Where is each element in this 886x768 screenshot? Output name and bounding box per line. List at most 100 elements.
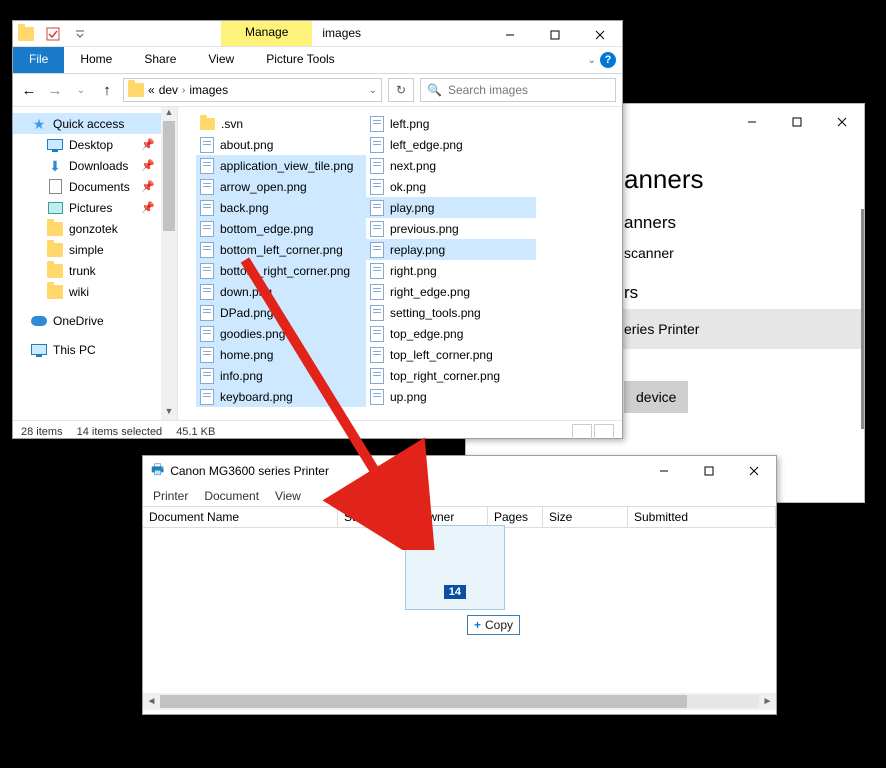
scroll-right-icon[interactable]: ► [759,693,776,710]
file-item[interactable]: bottom_left_corner.png [196,239,366,260]
address-dropdown-icon[interactable]: ⌄ [369,85,377,96]
maximize-button[interactable] [532,21,577,49]
file-item[interactable]: info.png [196,365,366,386]
file-item[interactable]: replay.png [366,239,536,260]
scanner-row[interactable]: scanner [624,245,864,261]
nav-up-button[interactable]: ↑ [97,82,117,99]
file-item[interactable]: about.png [196,134,366,155]
file-item[interactable]: top_edge.png [366,323,536,344]
file-item[interactable]: left.png [366,113,536,134]
file-item[interactable]: bottom_edge.png [196,218,366,239]
printer-selected[interactable]: eries Printer [614,309,864,349]
tab-file[interactable]: File [13,47,64,73]
scroll-down-icon[interactable]: ▼ [161,406,177,420]
image-file-icon [200,389,214,405]
file-item[interactable]: top_left_corner.png [366,344,536,365]
tab-home[interactable]: Home [64,47,128,73]
col-owner[interactable]: Owner [413,507,488,527]
nav-recent-dropdown[interactable]: ⌄ [71,85,91,96]
view-details-button[interactable] [572,424,592,440]
col-size[interactable]: Size [543,507,628,527]
file-item[interactable]: ok.png [366,176,536,197]
help-icon[interactable]: ? [600,52,616,68]
menu-document[interactable]: Document [204,489,259,503]
address-bar[interactable]: « dev › images ⌄ [123,78,382,102]
file-item[interactable]: keyboard.png [196,386,366,407]
scroll-up-icon[interactable]: ▲ [161,107,177,121]
close-button[interactable] [819,108,864,136]
search-input[interactable]: 🔍 Search images [420,78,616,102]
file-item[interactable]: goodies.png [196,323,366,344]
maximize-button[interactable] [686,457,731,485]
properties-icon[interactable] [44,25,62,43]
file-item[interactable]: down.png [196,281,366,302]
minimize-button[interactable] [487,21,532,49]
file-item[interactable]: next.png [366,155,536,176]
file-item[interactable]: left_edge.png [366,134,536,155]
col-status[interactable]: Status [338,507,413,527]
file-item[interactable]: arrow_open.png [196,176,366,197]
nav-onedrive[interactable]: OneDrive [13,310,177,331]
scrollbar-thumb[interactable] [163,121,175,231]
nav-downloads[interactable]: ⬇Downloads📌 [13,155,177,176]
file-item[interactable]: setting_tools.png [366,302,536,323]
folder-icon[interactable] [17,25,35,43]
nav-quick-access[interactable]: ★Quick access [13,113,177,134]
contextual-tab-manage[interactable]: Manage [221,21,312,46]
maximize-button[interactable] [774,108,819,136]
scroll-left-icon[interactable]: ◄ [143,693,160,710]
window-title: Canon MG3600 series Printer [170,464,329,478]
nav-folder[interactable]: simple [13,239,177,260]
file-item[interactable]: back.png [196,197,366,218]
nav-folder[interactable]: gonzotek [13,218,177,239]
breadcrumb[interactable]: « [148,83,155,97]
tab-picture-tools[interactable]: Picture Tools [250,47,350,73]
chevron-right-icon[interactable]: › [182,85,185,96]
image-file-icon [200,263,214,279]
nav-desktop[interactable]: Desktop📌 [13,134,177,155]
file-item[interactable]: bottom_right_corner.png [196,260,366,281]
col-pages[interactable]: Pages [488,507,543,527]
breadcrumb[interactable]: dev [159,83,178,97]
image-file-icon [200,221,214,237]
file-item[interactable]: DPad.png [196,302,366,323]
qat-dropdown-icon[interactable] [71,25,89,43]
nav-folder[interactable]: trunk [13,260,177,281]
file-item[interactable]: top_right_corner.png [366,365,536,386]
horizontal-scrollbar[interactable]: ◄ ► [143,693,776,710]
nav-forward-button[interactable]: → [45,82,65,99]
file-item[interactable]: home.png [196,344,366,365]
ribbon-expand-icon[interactable]: ⌄ [588,55,596,66]
nav-scrollbar[interactable]: ▲ ▼ [161,107,177,420]
col-document-name[interactable]: Document Name [143,507,338,527]
minimize-button[interactable] [641,457,686,485]
nav-this-pc[interactable]: This PC [13,339,177,360]
close-button[interactable] [731,457,776,485]
scrollbar-thumb[interactable] [160,695,687,708]
minimize-button[interactable] [729,108,774,136]
tab-share[interactable]: Share [128,47,192,73]
view-icons-button[interactable] [594,424,614,440]
settings-scrollbar[interactable] [861,209,864,429]
file-item[interactable]: previous.png [366,218,536,239]
file-item[interactable]: right_edge.png [366,281,536,302]
tab-view[interactable]: View [192,47,250,73]
drag-preview: 14 [405,525,505,610]
image-file-icon [370,284,384,300]
nav-pictures[interactable]: Pictures📌 [13,197,177,218]
close-button[interactable] [577,21,622,49]
file-item[interactable]: application_view_tile.png [196,155,366,176]
nav-documents[interactable]: Documents📌 [13,176,177,197]
file-item[interactable]: play.png [366,197,536,218]
file-item[interactable]: up.png [366,386,536,407]
menu-printer[interactable]: Printer [153,489,188,503]
breadcrumb[interactable]: images [189,83,228,97]
nav-back-button[interactable]: ← [19,82,39,99]
nav-folder[interactable]: wiki [13,281,177,302]
refresh-button[interactable]: ↻ [388,78,414,102]
file-item[interactable]: right.png [366,260,536,281]
menu-view[interactable]: View [275,489,301,503]
file-item[interactable]: .svn [196,113,366,134]
col-submitted[interactable]: Submitted [628,507,776,527]
add-device-button[interactable]: device [624,381,688,413]
